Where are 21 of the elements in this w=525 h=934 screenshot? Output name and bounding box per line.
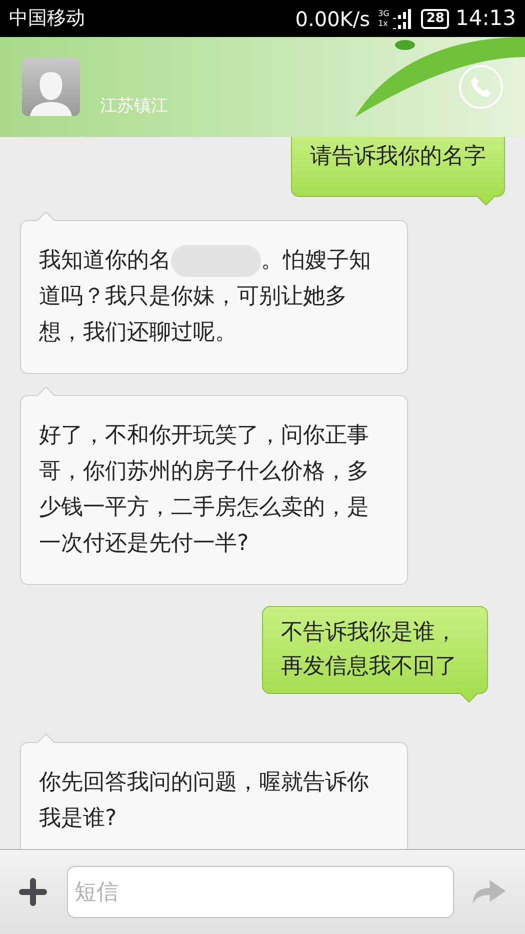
battery-level: 28 xyxy=(421,8,450,28)
bubble-tail-icon xyxy=(477,196,495,206)
send-arrow-icon[interactable] xyxy=(472,878,508,906)
sent-message-bubble: 请告诉我你的名字 xyxy=(291,137,505,197)
network-type: 1x xyxy=(378,18,389,28)
plus-icon xyxy=(18,877,48,907)
network-type: 3G xyxy=(378,8,390,18)
phone-icon xyxy=(469,75,493,99)
received-message-bubble: 我知道你的名 。怕嫂子知道吗？我只是你妹，可别让她多想，我们还聊过呢。 xyxy=(20,220,408,374)
bubble-tail-icon xyxy=(460,693,478,703)
add-button[interactable] xyxy=(17,876,49,908)
sent-message-bubble: 不告诉我你是谁，再发信息我不回了 xyxy=(262,606,488,694)
clock: 14:13 xyxy=(455,4,516,32)
received-message-bubble: 好了，不和你开玩笑了，问你正事哥，你们苏州的房子什么价格，多少钱一平方，二手房怎么卖的，是一次付还是先付一半? xyxy=(20,395,408,585)
message-input-field[interactable]: 短信 xyxy=(66,866,454,918)
received-message-bubble: 你先回答我问的问题，喔就告诉你我是谁? xyxy=(20,742,408,849)
avatar[interactable] xyxy=(22,58,80,116)
carrier-name: 中国移动 xyxy=(9,6,85,32)
network-speed: 0.00K/s xyxy=(295,6,370,32)
contact-location: 江苏镇江 xyxy=(100,95,168,118)
call-button[interactable] xyxy=(459,65,503,109)
